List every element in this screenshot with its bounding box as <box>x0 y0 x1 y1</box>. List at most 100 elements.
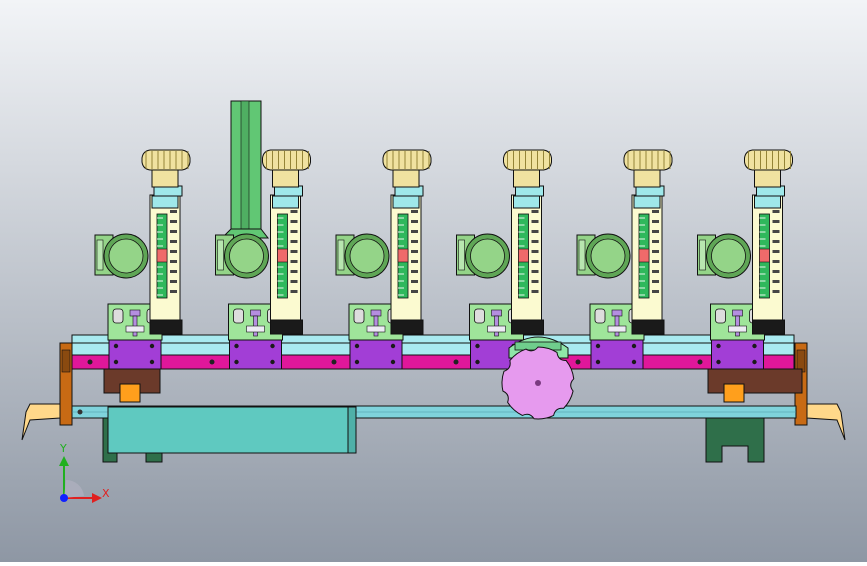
scale-mark <box>531 270 539 273</box>
scale-mark <box>531 280 539 283</box>
valve-bolt <box>354 359 360 365</box>
scale-mark <box>652 290 659 293</box>
valve-bolt <box>752 343 757 349</box>
float-indicator <box>759 248 770 263</box>
valve-bolt <box>631 343 637 349</box>
float-indicator <box>638 248 650 263</box>
flowmeter-base <box>752 319 785 335</box>
scale-mark <box>772 240 780 243</box>
rail-slider-pad <box>723 383 745 403</box>
manifold-port <box>697 359 703 365</box>
manifold-port <box>453 359 459 365</box>
adjustment-knob <box>382 149 432 171</box>
pressure-gauge-face <box>711 238 746 274</box>
rail-slider-pad <box>119 383 141 403</box>
scale-mark <box>411 260 418 263</box>
scale-mark <box>652 270 659 273</box>
sensor-cap <box>250 309 261 317</box>
scale-mark <box>290 260 298 263</box>
valve-bolt <box>149 343 155 349</box>
valve-bolt <box>631 359 637 365</box>
valve-bolt <box>595 359 601 365</box>
scale-mark <box>411 240 418 243</box>
scale-mark <box>652 260 659 263</box>
scale-mark <box>170 290 177 293</box>
lower-collar <box>272 195 299 209</box>
sensor-cap <box>370 309 382 317</box>
manifold-port <box>575 359 581 365</box>
float-indicator <box>518 248 529 263</box>
gauge-mount-slot <box>458 239 465 271</box>
scale-mark <box>772 270 780 273</box>
valve-bolt <box>354 343 360 349</box>
scale-mark <box>170 270 177 273</box>
lower-collar <box>633 195 661 209</box>
scale-mark <box>772 220 780 223</box>
y-axis-label: Y <box>59 442 67 455</box>
adjustment-knob <box>744 149 793 171</box>
scale-mark <box>411 210 418 213</box>
scale-mark <box>652 240 659 243</box>
cylinder-end-cap <box>347 406 357 454</box>
valve-bolt <box>595 343 601 349</box>
manifold-port <box>87 359 93 365</box>
scale-mark <box>411 290 418 293</box>
lower-collar <box>513 195 540 209</box>
pressure-gauge-face <box>229 238 264 274</box>
valve-body <box>349 338 403 370</box>
assembly-drawing[interactable]: X Y <box>0 0 867 562</box>
middle-rail <box>71 342 795 356</box>
scale-mark <box>772 260 780 263</box>
scale-mark <box>531 220 539 223</box>
scale-mark <box>652 230 659 233</box>
lower-collar <box>392 195 420 209</box>
valve-bolt <box>113 343 119 349</box>
top-rail <box>71 334 795 344</box>
scale-mark <box>531 240 539 243</box>
cad-viewport[interactable]: X Y <box>0 0 867 562</box>
dial-hub <box>535 380 541 386</box>
sensor-cap <box>491 309 502 317</box>
scale-mark <box>531 260 539 263</box>
flowmeter-base <box>270 319 303 335</box>
sensor-nut <box>125 325 145 333</box>
lower-collar <box>754 195 781 209</box>
scale-mark <box>170 280 177 283</box>
valve-bolt <box>390 343 396 349</box>
gauge-mount-slot <box>578 239 586 271</box>
rail-slider-carriage <box>707 368 803 394</box>
viewport-background <box>0 0 867 562</box>
scale-mark <box>170 260 177 263</box>
valve-body <box>590 338 644 370</box>
scale-mark <box>772 250 780 253</box>
scale-mark <box>411 280 418 283</box>
scale-mark <box>170 250 177 253</box>
scale-mark <box>652 280 659 283</box>
valve-bolt <box>149 359 155 365</box>
air-cylinder <box>107 406 349 454</box>
adjustment-knob <box>141 149 191 171</box>
float-indicator <box>397 248 409 263</box>
end-bracket-slot <box>61 349 71 373</box>
manifold-port <box>209 359 215 365</box>
clamp-left <box>594 308 606 324</box>
scale-mark <box>290 270 298 273</box>
valve-body <box>711 338 764 370</box>
scale-mark <box>652 210 659 213</box>
gauge-mount-slot <box>337 239 345 271</box>
pressure-gauge-face <box>470 238 505 274</box>
sensor-cap <box>129 309 141 317</box>
valve-body <box>108 338 162 370</box>
valve-bolt <box>716 343 721 349</box>
float-indicator <box>277 248 288 263</box>
scale-mark <box>411 220 418 223</box>
scale-mark <box>290 220 298 223</box>
valve-bolt <box>113 359 119 365</box>
lower-collar <box>151 195 179 209</box>
valve-bolt <box>752 359 757 365</box>
triad-origin <box>60 494 68 502</box>
scale-mark <box>531 230 539 233</box>
scale-mark <box>531 290 539 293</box>
scale-mark <box>290 240 298 243</box>
sensor-cap <box>611 309 623 317</box>
